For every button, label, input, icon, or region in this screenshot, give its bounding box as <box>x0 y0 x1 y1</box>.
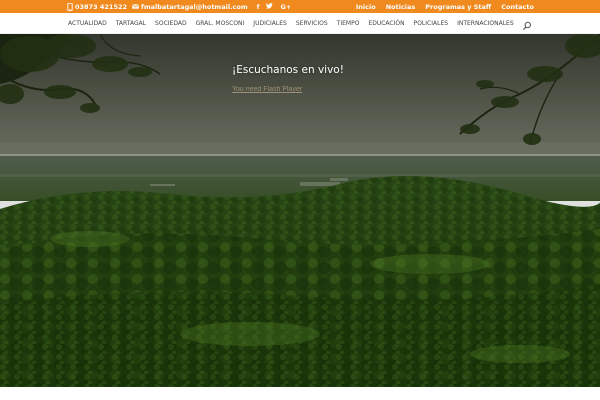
phone-contact: 03873 421522 <box>66 2 127 11</box>
email-address[interactable]: fmalbatartagal@hotmail.com <box>141 3 248 11</box>
top-link-inicio[interactable]: Inicio <box>356 3 376 11</box>
envelope-icon <box>132 2 139 11</box>
nav-item-actualidad[interactable]: ACTUALIDAD <box>66 20 111 27</box>
phone-icon <box>66 2 73 11</box>
nav-item-policiales[interactable]: POLICIALES <box>409 20 452 27</box>
top-link-noticias[interactable]: Noticias <box>386 3 416 11</box>
nav-item-internacionales[interactable]: INTERNACIONALES <box>453 20 519 27</box>
facebook-icon[interactable]: f <box>257 3 260 11</box>
live-headline: ¡Escuchanos en vivo! <box>232 64 344 76</box>
nav-item-educacion[interactable]: EDUCACIÓN <box>364 20 409 27</box>
nav-item-servicios[interactable]: SERVICIOS <box>291 20 332 27</box>
contact-info: 03873 421522 fmalbatartagal@hotmail.com … <box>66 0 291 13</box>
twitter-icon[interactable] <box>266 2 274 11</box>
nav-item-tartagal[interactable]: TARTAGAL <box>111 20 150 27</box>
top-link-programas-staff[interactable]: Programas y Staff <box>425 3 491 11</box>
main-navigation: ACTUALIDAD TARTAGAL SOCIEDAD GRAL. MOSCO… <box>0 13 600 34</box>
nav-item-gral-mosconi[interactable]: GRAL. MOSCONI <box>191 20 249 27</box>
top-header-bar: 03873 421522 fmalbatartagal@hotmail.com … <box>0 0 600 13</box>
nav-item-judiciales[interactable]: JUDICIALES <box>249 20 292 27</box>
hero-banner: ¡Escuchanos en vivo! You need Flash Play… <box>0 34 600 387</box>
email-contact[interactable]: fmalbatartagal@hotmail.com <box>132 2 248 11</box>
page-bottom-strip <box>0 387 600 400</box>
phone-number: 03873 421522 <box>75 2 128 11</box>
social-links: f G+ <box>257 2 291 11</box>
flash-player-link[interactable]: You need Flash Player <box>232 86 302 93</box>
nav-item-sociedad[interactable]: SOCIEDAD <box>151 20 192 27</box>
top-link-contacto[interactable]: Contacto <box>501 3 534 11</box>
nav-item-tiempo[interactable]: TIEMPO <box>332 20 364 27</box>
nav-menu: ACTUALIDAD TARTAGAL SOCIEDAD GRAL. MOSCO… <box>66 13 518 34</box>
top-links: Inicio Noticias Programas y Staff Contac… <box>356 0 534 13</box>
google-plus-icon[interactable]: G+ <box>280 3 291 11</box>
search-icon[interactable] <box>522 18 532 31</box>
